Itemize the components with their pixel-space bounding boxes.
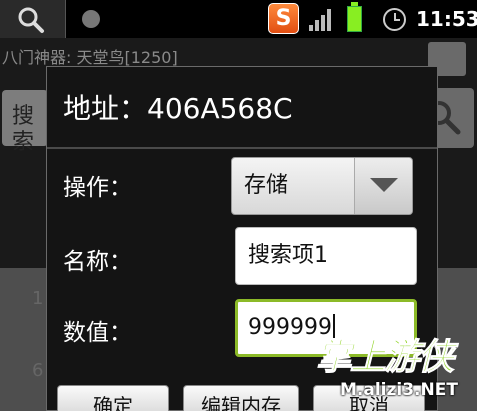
background-search-input: 搜索 (2, 90, 48, 155)
background-key-6: 6 (32, 360, 44, 381)
battery-icon (347, 2, 362, 32)
signal-icon (309, 9, 333, 31)
name-value: 搜索项1 (248, 243, 328, 268)
name-field[interactable]: 搜索项1 (235, 227, 417, 285)
background-title: 八门神器: 天堂鸟[1250] (2, 48, 178, 67)
name-label: 名称： (63, 249, 132, 275)
search-icon (18, 7, 44, 33)
text-caret (332, 314, 335, 338)
status-time: 11:53 (416, 7, 477, 31)
site-watermark: 掌上游侠 M.alizi3.NET (310, 337, 475, 411)
watermark-logo: 掌上游侠 (315, 337, 454, 378)
chevron-down-icon (370, 178, 398, 192)
operation-dropdown[interactable]: 存储 (231, 157, 413, 215)
operation-value: 存储 (244, 173, 289, 198)
search-button[interactable] (0, 0, 66, 38)
dropdown-arrow[interactable] (354, 158, 412, 214)
sogou-input-icon: S (268, 3, 299, 34)
alarm-clock-icon (383, 8, 406, 31)
status-bar: S 11:53 (0, 0, 477, 38)
background-key-1: 1 (32, 288, 44, 309)
watermark-url: M.alizi3.NET (340, 380, 458, 400)
notification-icon (82, 10, 100, 28)
edit-memory-button[interactable]: 编辑内存 (183, 385, 299, 411)
ok-button[interactable]: 确定 (57, 385, 169, 411)
dialog-divider (47, 147, 437, 149)
dialog-title: 地址：406A568C (63, 92, 293, 125)
operation-label: 操作： (63, 175, 132, 201)
value-label: 数值： (63, 320, 132, 346)
